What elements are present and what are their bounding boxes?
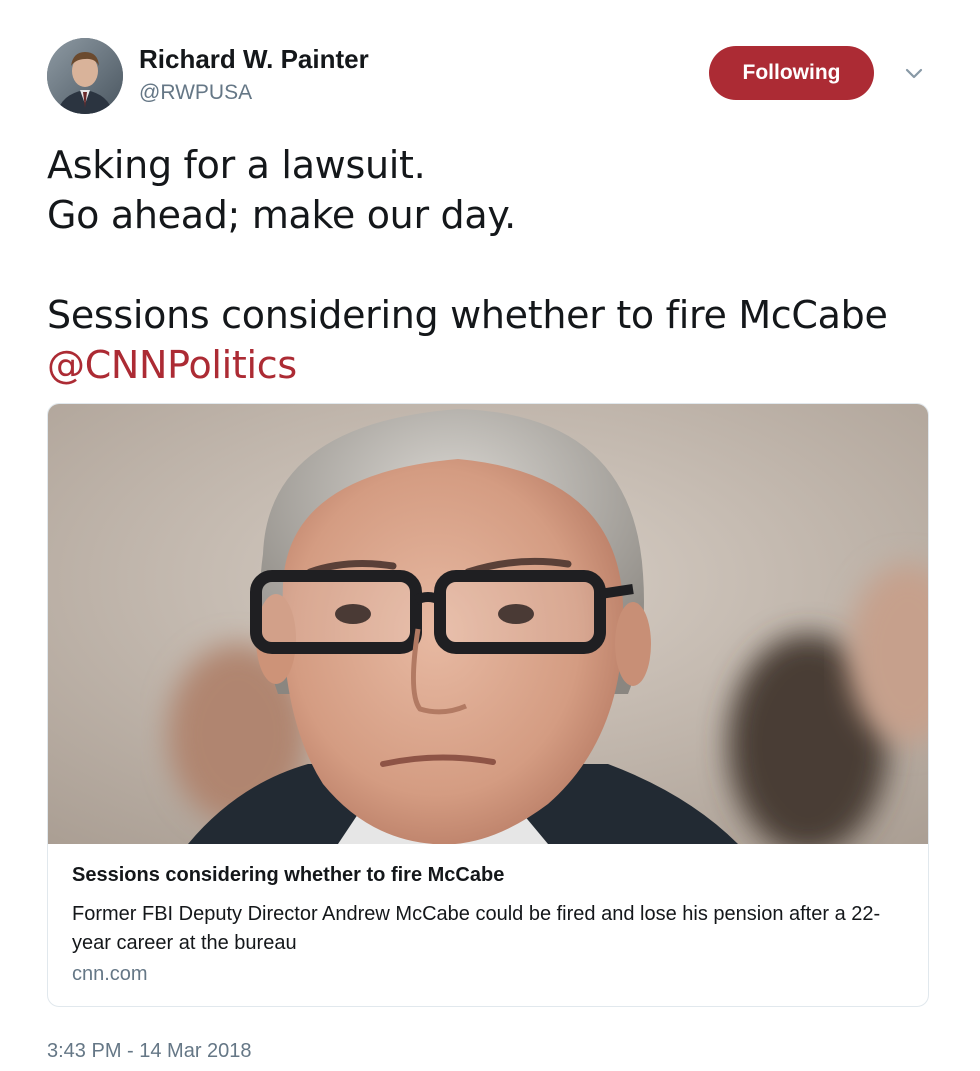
tweet-text-line: Go ahead; make our day. xyxy=(47,193,516,237)
card-domain: cnn.com xyxy=(72,963,148,985)
tweet-text-spacer xyxy=(47,240,947,290)
tweet-text-line: Sessions considering whether to fire McC… xyxy=(47,293,888,337)
link-card[interactable]: Sessions considering whether to fire McC… xyxy=(47,403,929,1007)
author-handle[interactable]: @RWPUSA xyxy=(139,81,252,105)
card-description: Former FBI Deputy Director Andrew McCabe… xyxy=(72,903,881,954)
tweet-text-line: Asking for a lawsuit. xyxy=(47,143,426,187)
chevron-down-icon[interactable] xyxy=(902,64,926,84)
avatar-photo xyxy=(47,38,123,114)
tweet-timestamp[interactable]: 3:43 PM - 14 Mar 2018 xyxy=(47,1040,252,1063)
following-button[interactable]: Following xyxy=(709,46,874,100)
tweet: Richard W. Painter @RWPUSA Following Ask… xyxy=(0,0,980,1071)
author-display-name[interactable]: Richard W. Painter xyxy=(139,44,369,75)
mention-link[interactable]: @CNNPolitics xyxy=(47,340,947,390)
card-image xyxy=(48,404,928,854)
card-title[interactable]: Sessions considering whether to fire McC… xyxy=(72,864,504,887)
tweet-text: Asking for a lawsuit. Go ahead; make our… xyxy=(47,140,947,390)
author-avatar[interactable] xyxy=(47,38,123,114)
